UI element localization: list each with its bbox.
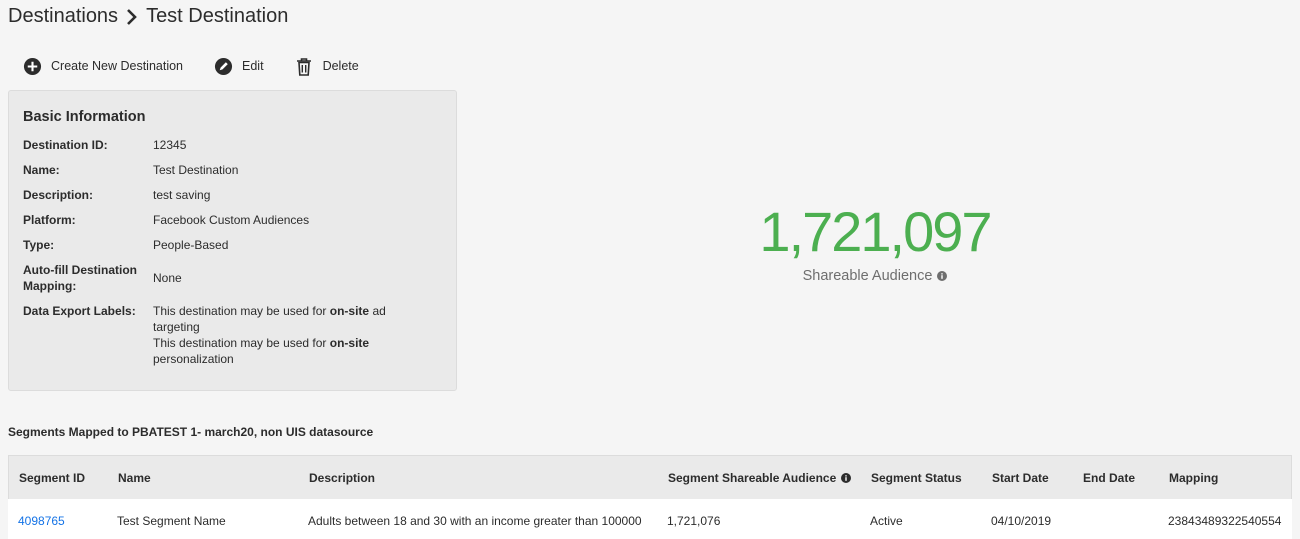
chevron-right-icon [126, 8, 138, 25]
info-row-name: Name: Test Destination [23, 162, 442, 178]
shareable-audience-value: 1,721,097 [759, 200, 992, 263]
segment-description-cell: Adults between 18 and 30 with an income … [308, 514, 642, 528]
delete-label: Delete [322, 59, 359, 73]
create-destination-label: Create New Destination [51, 59, 184, 73]
info-label: Type: [23, 238, 55, 252]
column-header-segment-id[interactable]: Segment ID [9, 471, 108, 485]
info-row-auto-fill-mapping: Auto-fill Destination Mapping: None [23, 262, 442, 294]
info-row-data-export-labels: Data Export Labels: This destination may… [23, 303, 442, 367]
column-header-shareable-audience[interactable]: Segment Shareable Audience [658, 471, 861, 485]
shareable-audience-label-row: Shareable Audience [690, 268, 1060, 284]
edit-label: Edit [242, 59, 264, 73]
basic-information-card: Basic Information Destination ID: 12345 … [8, 90, 457, 391]
column-header-name[interactable]: Name [108, 471, 299, 485]
column-header-end-date[interactable]: End Date [1073, 471, 1159, 485]
column-header-description[interactable]: Description [299, 471, 658, 485]
info-value: None [153, 271, 182, 285]
edit-button[interactable]: Edit [213, 56, 264, 76]
delete-button[interactable]: Delete [294, 56, 359, 76]
segments-table: Segment ID Name Description Segment Shar… [8, 455, 1292, 539]
column-header-mapping[interactable]: Mapping [1159, 471, 1289, 485]
info-row-platform: Platform: Facebook Custom Audiences [23, 212, 442, 228]
info-label: Data Export Labels: [23, 304, 136, 318]
table-header: Segment ID Name Description Segment Shar… [8, 455, 1292, 499]
segment-start-date-cell: 04/10/2019 [991, 514, 1052, 528]
shareable-audience-label: Shareable Audience [802, 268, 933, 284]
trash-icon [294, 56, 314, 76]
info-row-description: Description: test saving [23, 187, 442, 203]
info-row-type: Type: People-Based [23, 237, 442, 253]
export-labels-list: This destination may be used for on-site… [153, 303, 413, 367]
info-value: 12345 [153, 138, 187, 152]
column-header-segment-status[interactable]: Segment Status [861, 471, 982, 485]
table-row: 4098765 Test Segment Name Adults between… [8, 499, 1292, 539]
breadcrumb-parent[interactable]: Destinations [8, 5, 118, 28]
card-title: Basic Information [23, 109, 146, 125]
pencil-icon [213, 56, 233, 76]
shareable-audience-stat: 1,721,097 Shareable Audience [690, 200, 1060, 284]
segment-status-cell: Active [870, 514, 903, 528]
add-circle-icon [22, 56, 42, 76]
segment-mapping-cell: 23843489322540554 [1168, 514, 1282, 528]
breadcrumb: Destinations Test Destination [8, 5, 288, 28]
info-icon[interactable] [841, 472, 852, 483]
info-row-destination-id: Destination ID: 12345 [23, 137, 442, 153]
info-value: Test Destination [153, 163, 239, 177]
segments-heading: Segments Mapped to PBATEST 1- march20, n… [8, 425, 374, 439]
info-icon[interactable] [937, 271, 948, 281]
info-label: Destination ID: [23, 138, 108, 152]
info-label: Platform: [23, 213, 76, 227]
export-label-line: This destination may be used for on-site… [153, 336, 370, 366]
segment-audience-cell: 1,721,076 [667, 514, 721, 528]
segment-name-cell: Test Segment Name [117, 514, 226, 528]
info-value: Facebook Custom Audiences [153, 213, 310, 227]
column-header-start-date[interactable]: Start Date [982, 471, 1073, 485]
segment-id-link[interactable]: 4098765 [8, 514, 107, 528]
info-value: test saving [153, 188, 211, 202]
info-value: People-Based [153, 238, 229, 252]
export-label-line: This destination may be used for on-site… [153, 304, 386, 334]
breadcrumb-current: Test Destination [146, 5, 289, 27]
info-label: Name: [23, 163, 60, 177]
info-label: Auto-fill Destination Mapping: [23, 263, 137, 293]
info-label: Description: [23, 188, 94, 202]
create-destination-button[interactable]: Create New Destination [22, 56, 183, 76]
toolbar: Create New Destination Edit Delete [22, 56, 389, 76]
